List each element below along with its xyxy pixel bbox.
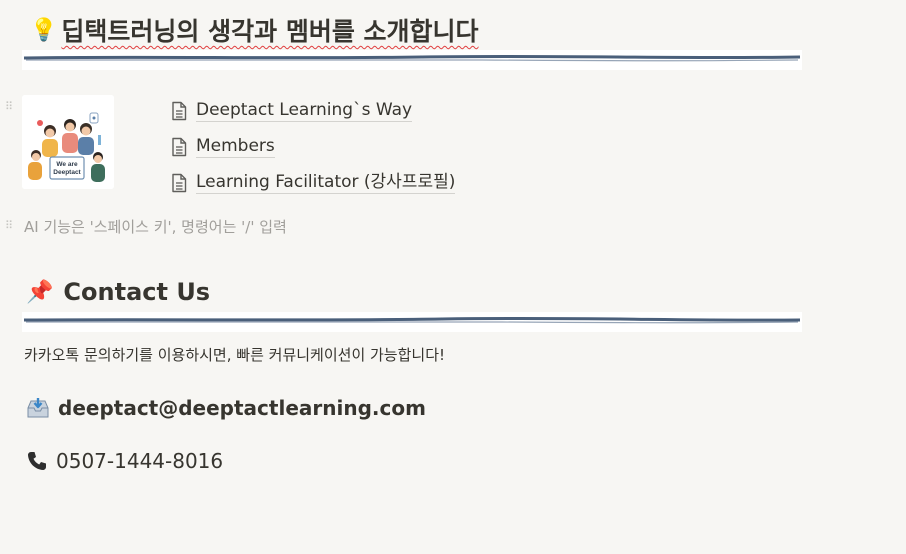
contact-heading[interactable]: 📌 Contact Us [26, 274, 210, 310]
phone-line[interactable]: 0507-1444-8016 [26, 449, 223, 473]
team-illustration: We are Deeptact [22, 95, 114, 189]
drag-handle-icon[interactable]: ⠿ [5, 101, 15, 119]
phone-number[interactable]: 0507-1444-8016 [56, 449, 223, 473]
email-line[interactable]: deeptact@deeptactlearning.com [26, 396, 426, 420]
telephone-icon [28, 452, 46, 470]
page-title[interactable]: 💡 딥택트러닝의 생각과 멤버를 소개합니다 [30, 12, 479, 48]
page-link-label: Members [196, 136, 275, 158]
page-icon [172, 101, 187, 121]
page-link-label: Learning Facilitator (강사프로필) [196, 172, 456, 194]
drag-handle-icon[interactable]: ⠿ [5, 220, 15, 238]
page-link-learning-facilitator[interactable]: Learning Facilitator (강사프로필) [170, 165, 456, 201]
page-link-members[interactable]: Members [170, 129, 455, 165]
contact-description: 카카오톡 문의하기를 이용하시면, 빠른 커뮤니케이션이 가능합니다! [24, 346, 446, 364]
empty-block-placeholder[interactable]: AI 기능은 '스페이스 키', 명령어는 '/' 입력 [24, 216, 287, 237]
contact-heading-text: Contact Us [63, 278, 211, 306]
page-title-text: 딥택트러닝의 생각과 멤버를 소개합니다 [61, 17, 479, 46]
sign-text-2: Deeptact [53, 169, 81, 176]
page-link-label: Deeptact Learning`s Way [196, 100, 413, 122]
section-divider [22, 50, 802, 70]
lightbulb-icon: 💡 [30, 17, 58, 43]
linked-pages-list: Deeptact Learning`s Way Members Learning… [170, 93, 456, 201]
email-address[interactable]: deeptact@deeptactlearning.com [58, 396, 426, 420]
pushpin-icon: 📌 [26, 279, 54, 305]
inbox-tray-icon [27, 398, 49, 418]
page-link-deeptact-way[interactable]: Deeptact Learning`s Way [170, 93, 455, 129]
section-divider [22, 312, 802, 332]
page-icon [172, 173, 187, 193]
sign-text-1: We are [56, 161, 78, 168]
page-icon [172, 137, 187, 157]
